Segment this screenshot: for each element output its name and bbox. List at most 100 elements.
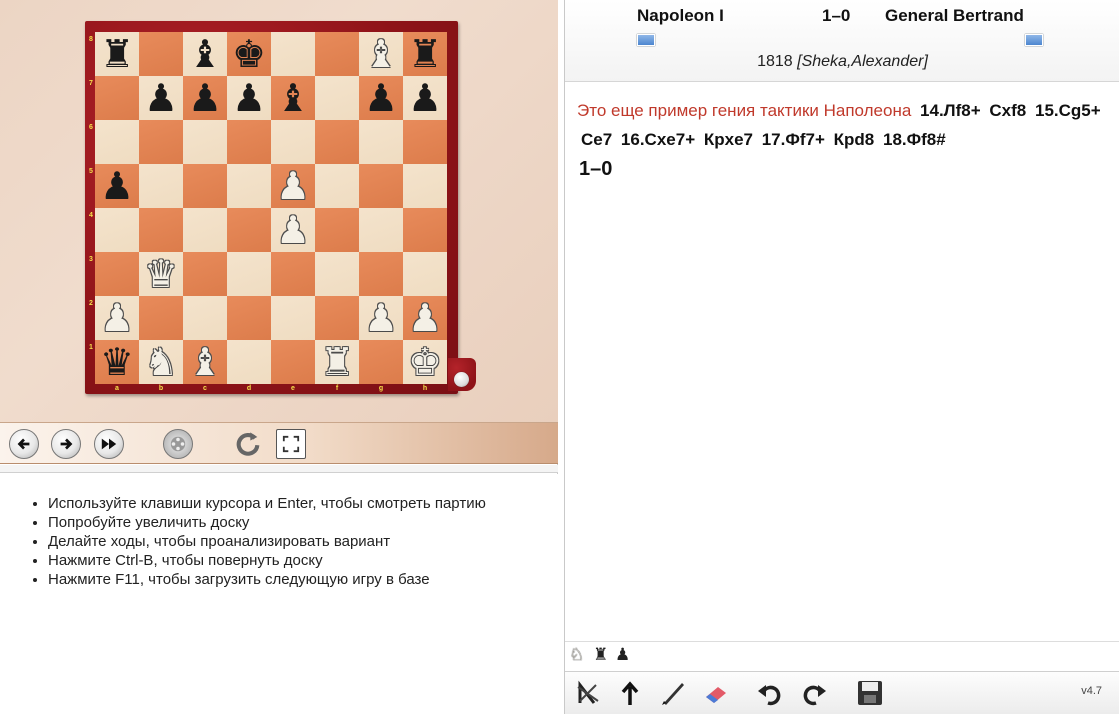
square-f6[interactable] (315, 120, 359, 164)
square-g4[interactable] (359, 208, 403, 252)
move[interactable]: 18.Фf8# (883, 130, 946, 149)
square-g7[interactable]: ♟ (359, 76, 403, 120)
square-e1[interactable] (271, 340, 315, 384)
square-c7[interactable]: ♟ (183, 76, 227, 120)
square-b4[interactable] (139, 208, 183, 252)
move[interactable]: 15.Cg5+ (1035, 101, 1101, 120)
square-a4[interactable] (95, 208, 139, 252)
square-h4[interactable] (403, 208, 447, 252)
square-b5[interactable] (139, 164, 183, 208)
square-a1[interactable]: ♛ (95, 340, 139, 384)
square-b8[interactable] (139, 32, 183, 76)
square-f1[interactable]: ♜ (315, 340, 359, 384)
square-h3[interactable] (403, 252, 447, 296)
square-f5[interactable] (315, 164, 359, 208)
square-d2[interactable] (227, 296, 271, 340)
move[interactable]: 17.Фf7+ (762, 130, 825, 149)
square-a7[interactable] (95, 76, 139, 120)
move[interactable]: Крd8 (834, 130, 875, 149)
flip-board-button[interactable] (233, 429, 263, 459)
square-a5[interactable]: ♟ (95, 164, 139, 208)
square-f2[interactable] (315, 296, 359, 340)
square-f8[interactable] (315, 32, 359, 76)
move[interactable]: 14.Лf8+ (920, 101, 981, 120)
square-h1[interactable]: ♚ (403, 340, 447, 384)
square-e7[interactable]: ♝ (271, 76, 315, 120)
square-f4[interactable] (315, 208, 359, 252)
save-button[interactable] (853, 677, 887, 709)
square-b2[interactable] (139, 296, 183, 340)
square-c3[interactable] (183, 252, 227, 296)
erase-button[interactable] (699, 677, 733, 709)
square-c8[interactable]: ♝ (183, 32, 227, 76)
black-pawn-piece[interactable]: ♟ (364, 79, 398, 117)
square-e8[interactable] (271, 32, 315, 76)
square-d5[interactable] (227, 164, 271, 208)
square-e4[interactable]: ♟ (271, 208, 315, 252)
square-g8[interactable]: ♝ (359, 32, 403, 76)
annotate-button[interactable] (657, 677, 691, 709)
square-g3[interactable] (359, 252, 403, 296)
black-pawn-piece[interactable]: ♟ (144, 79, 178, 117)
black-pawn-piece[interactable]: ♟ (100, 167, 134, 205)
pane-divider[interactable] (0, 465, 558, 473)
black-bishop-piece[interactable]: ♝ (276, 79, 310, 117)
black-pawn-piece[interactable]: ♟ (408, 79, 442, 117)
square-c2[interactable] (183, 296, 227, 340)
square-e5[interactable]: ♟ (271, 164, 315, 208)
black-pawn-piece[interactable]: ♟ (188, 79, 222, 117)
square-a8[interactable]: ♜ (95, 32, 139, 76)
square-b1[interactable]: ♞ (139, 340, 183, 384)
square-b7[interactable]: ♟ (139, 76, 183, 120)
square-d4[interactable] (227, 208, 271, 252)
square-c6[interactable] (183, 120, 227, 164)
square-e2[interactable] (271, 296, 315, 340)
square-d8[interactable]: ♚ (227, 32, 271, 76)
black-rook-piece[interactable]: ♜ (100, 35, 134, 73)
end-button[interactable] (94, 429, 124, 459)
square-e6[interactable] (271, 120, 315, 164)
white-rook-piece[interactable]: ♜ (320, 343, 354, 381)
square-h6[interactable] (403, 120, 447, 164)
forward-button[interactable] (51, 429, 81, 459)
black-rook-piece[interactable]: ♜ (408, 35, 442, 73)
chessboard[interactable]: ♜ ♝ ♚ ♝ ♜ ♟ ♟ ♟ ♝ ♟ ♟ ♟ ♟ ♟ ♛ ♟ ♟ ♟ ♛ ♞ ♝ ♜ ♚ (95, 32, 447, 384)
square-d6[interactable] (227, 120, 271, 164)
move[interactable]: Cxf8 (989, 101, 1026, 120)
square-c5[interactable] (183, 164, 227, 208)
white-queen-piece[interactable]: ♛ (144, 255, 178, 293)
square-e3[interactable] (271, 252, 315, 296)
move-comment[interactable]: Это еще пример гения тактики Наполеона (577, 101, 911, 120)
white-pawn-piece[interactable]: ♟ (100, 299, 134, 337)
delete-variation-button[interactable] (571, 677, 605, 709)
square-h5[interactable] (403, 164, 447, 208)
white-pawn-piece[interactable]: ♟ (364, 299, 398, 337)
back-button[interactable] (9, 429, 39, 459)
square-d1[interactable] (227, 340, 271, 384)
black-king-piece[interactable]: ♚ (232, 35, 266, 73)
white-bishop-piece[interactable]: ♝ (188, 343, 222, 381)
square-g5[interactable] (359, 164, 403, 208)
white-king-piece[interactable]: ♚ (408, 343, 442, 381)
black-bishop-piece[interactable]: ♝ (188, 35, 222, 73)
square-g2[interactable]: ♟ (359, 296, 403, 340)
white-pawn-piece[interactable]: ♟ (276, 211, 310, 249)
side-to-move-indicator[interactable] (454, 372, 469, 387)
square-c1[interactable]: ♝ (183, 340, 227, 384)
square-h8[interactable]: ♜ (403, 32, 447, 76)
square-g6[interactable] (359, 120, 403, 164)
square-b3[interactable]: ♛ (139, 252, 183, 296)
square-c4[interactable] (183, 208, 227, 252)
move[interactable]: Крxe7 (704, 130, 753, 149)
redo-button[interactable] (797, 677, 831, 709)
square-d3[interactable] (227, 252, 271, 296)
square-h2[interactable]: ♟ (403, 296, 447, 340)
white-knight-piece[interactable]: ♞ (144, 343, 178, 381)
square-a3[interactable] (95, 252, 139, 296)
autoplay-button[interactable] (163, 429, 193, 459)
black-pawn-piece[interactable]: ♟ (232, 79, 266, 117)
undo-button[interactable] (753, 677, 787, 709)
white-pawn-piece[interactable]: ♟ (276, 167, 310, 205)
square-f7[interactable] (315, 76, 359, 120)
move[interactable]: 16.Cxe7+ (621, 130, 695, 149)
